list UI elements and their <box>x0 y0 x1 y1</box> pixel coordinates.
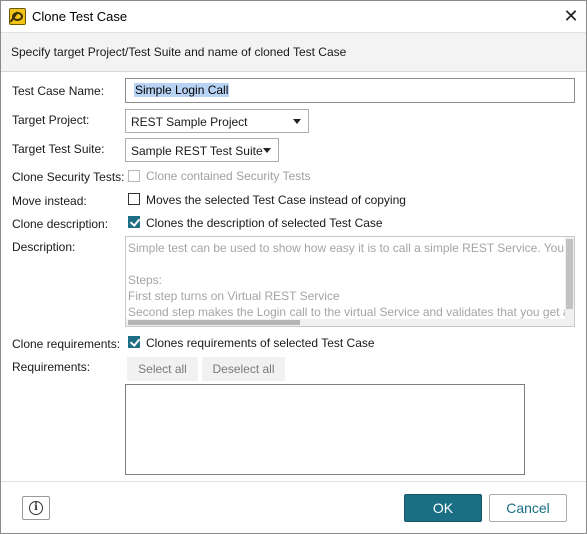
target-project-value: REST Sample Project <box>131 115 248 129</box>
clone-requirements-label: Clone requirements: <box>12 337 121 351</box>
clone-test-case-dialog: Clone Test Case ✕ Specify target Project… <box>0 0 587 534</box>
test-case-name-label: Test Case Name: <box>12 84 105 98</box>
clone-description-checkbox[interactable] <box>128 216 140 228</box>
soapui-bug-icon <box>9 8 26 25</box>
ok-button[interactable]: OK <box>404 494 482 522</box>
clone-security-text: Clone contained Security Tests <box>146 169 311 183</box>
move-instead-text: Moves the selected Test Case instead of … <box>146 193 406 207</box>
target-test-suite-select[interactable]: Sample REST Test Suite <box>125 138 279 162</box>
clone-requirements-checkbox[interactable] <box>128 336 140 348</box>
clone-security-label: Clone Security Tests: <box>12 170 125 184</box>
test-case-name-input[interactable]: Simple Login Call <box>125 78 575 103</box>
close-icon[interactable]: ✕ <box>561 7 581 27</box>
scroll-thumb[interactable] <box>566 239 573 309</box>
requirements-label: Requirements: <box>12 360 91 374</box>
header-description: Specify target Project/Test Suite and na… <box>11 45 347 59</box>
chevron-down-icon <box>263 148 271 153</box>
deselect-all-button[interactable]: Deselect all <box>202 357 285 381</box>
cancel-button[interactable]: Cancel <box>489 494 567 522</box>
description-textarea[interactable]: Simple test can be used to show how easy… <box>125 236 575 327</box>
move-instead-label: Move instead: <box>12 194 87 208</box>
footer-divider <box>1 481 586 482</box>
target-project-select[interactable]: REST Sample Project <box>125 109 309 133</box>
target-project-label: Target Project: <box>12 113 90 127</box>
description-text: Simple test can be used to show how easy… <box>128 241 573 319</box>
window-title: Clone Test Case <box>32 9 128 24</box>
move-instead-checkbox[interactable] <box>128 193 140 205</box>
info-icon: i <box>29 501 43 515</box>
target-test-suite-value: Sample REST Test Suite <box>131 144 263 158</box>
test-case-name-value: Simple Login Call <box>134 83 230 97</box>
clone-description-text: Clones the description of selected Test … <box>146 216 383 230</box>
requirements-list[interactable] <box>125 384 525 475</box>
dialog-header: Specify target Project/Test Suite and na… <box>1 32 586 72</box>
description-horizontal-scrollbar[interactable] <box>126 319 567 326</box>
select-all-button[interactable]: Select all <box>127 357 198 381</box>
description-label: Description: <box>12 240 76 254</box>
description-vertical-scrollbar[interactable] <box>565 237 574 326</box>
clone-security-checkbox[interactable] <box>128 170 140 182</box>
title-bar: Clone Test Case ✕ <box>1 1 586 32</box>
clone-requirements-text: Clones requirements of selected Test Cas… <box>146 336 375 350</box>
help-button[interactable]: i <box>22 496 50 520</box>
target-test-suite-label: Target Test Suite: <box>12 142 105 156</box>
chevron-down-icon <box>293 119 301 124</box>
scroll-thumb[interactable] <box>128 320 300 325</box>
clone-description-label: Clone description: <box>12 217 109 231</box>
